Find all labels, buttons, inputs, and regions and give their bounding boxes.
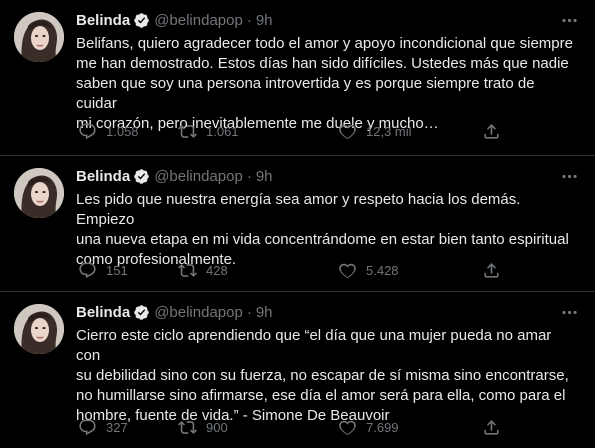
- like-button[interactable]: 12,3 mil: [338, 120, 412, 142]
- verified-badge-icon: [133, 168, 150, 185]
- heart-icon: [338, 122, 357, 141]
- heart-icon: [338, 418, 357, 437]
- timestamp[interactable]: 9h: [256, 168, 273, 185]
- retweet-count: 1.061: [206, 123, 239, 139]
- reply-icon: [78, 122, 97, 141]
- tweet-header: Belinda @belindapop · 9h: [76, 302, 273, 322]
- tweet-feed: Belinda @belindapop · 9h Belifans, quier…: [0, 0, 595, 448]
- like-count: 12,3 mil: [366, 123, 412, 139]
- share-button[interactable]: [482, 259, 501, 281]
- share-icon: [482, 418, 501, 437]
- share-button[interactable]: [482, 416, 501, 438]
- author-handle[interactable]: @belindapop: [154, 304, 243, 321]
- retweet-icon: [178, 122, 197, 141]
- retweet-icon: [178, 418, 197, 437]
- verified-badge-icon: [133, 304, 150, 321]
- share-icon: [482, 261, 501, 280]
- avatar[interactable]: [14, 304, 64, 354]
- tweet-header: Belinda @belindapop · 9h: [76, 10, 273, 30]
- retweet-count: 428: [206, 262, 228, 278]
- tweet-text: Belifans, quiero agradecer todo el amor …: [76, 35, 573, 132]
- author-name[interactable]: Belinda: [76, 304, 130, 321]
- reply-count: 1.058: [106, 123, 139, 139]
- retweet-button[interactable]: 428: [178, 259, 228, 281]
- tweet-text: Cierro este ciclo aprendiendo que “el dí…: [76, 327, 569, 424]
- more-options-icon[interactable]: [557, 8, 581, 32]
- more-options-icon[interactable]: [557, 300, 581, 324]
- like-count: 7.699: [366, 419, 399, 435]
- retweet-icon: [178, 261, 197, 280]
- tweet-actions: 327 900 7.699: [76, 416, 516, 438]
- tweet-actions: 151 428 5.428: [76, 259, 516, 281]
- reply-count: 151: [106, 262, 128, 278]
- more-options-icon[interactable]: [557, 164, 581, 188]
- avatar-photo-icon: [14, 12, 64, 62]
- tweet-header: Belinda @belindapop · 9h: [76, 166, 273, 186]
- separator-dot: ·: [246, 11, 252, 29]
- retweet-count: 900: [206, 419, 228, 435]
- tweet-actions: 1.058 1.061 12,3 mil: [76, 120, 516, 142]
- reply-button[interactable]: 151: [78, 259, 128, 281]
- tweet[interactable]: Belinda @belindapop · 9h Les pido que nu…: [0, 156, 595, 292]
- avatar[interactable]: [14, 12, 64, 62]
- retweet-button[interactable]: 900: [178, 416, 228, 438]
- avatar-photo-icon: [14, 168, 64, 218]
- reply-button[interactable]: 1.058: [78, 120, 139, 142]
- avatar[interactable]: [14, 168, 64, 218]
- tweet[interactable]: Belinda @belindapop · 9h Belifans, quier…: [0, 0, 595, 156]
- author-name[interactable]: Belinda: [76, 12, 130, 29]
- retweet-button[interactable]: 1.061: [178, 120, 239, 142]
- tweet-text: Les pido que nuestra energía sea amor y …: [76, 191, 569, 268]
- like-button[interactable]: 7.699: [338, 416, 399, 438]
- like-count: 5.428: [366, 262, 399, 278]
- author-name[interactable]: Belinda: [76, 168, 130, 185]
- timestamp[interactable]: 9h: [256, 12, 273, 29]
- reply-icon: [78, 418, 97, 437]
- reply-button[interactable]: 327: [78, 416, 128, 438]
- share-button[interactable]: [482, 120, 501, 142]
- separator-dot: ·: [246, 167, 252, 185]
- tweet[interactable]: Belinda @belindapop · 9h Cierro este cic…: [0, 292, 595, 448]
- share-icon: [482, 122, 501, 141]
- author-handle[interactable]: @belindapop: [154, 12, 243, 29]
- heart-icon: [338, 261, 357, 280]
- timestamp[interactable]: 9h: [256, 304, 273, 321]
- author-handle[interactable]: @belindapop: [154, 168, 243, 185]
- reply-count: 327: [106, 419, 128, 435]
- separator-dot: ·: [246, 303, 252, 321]
- verified-badge-icon: [133, 12, 150, 29]
- reply-icon: [78, 261, 97, 280]
- avatar-photo-icon: [14, 304, 64, 354]
- like-button[interactable]: 5.428: [338, 259, 399, 281]
